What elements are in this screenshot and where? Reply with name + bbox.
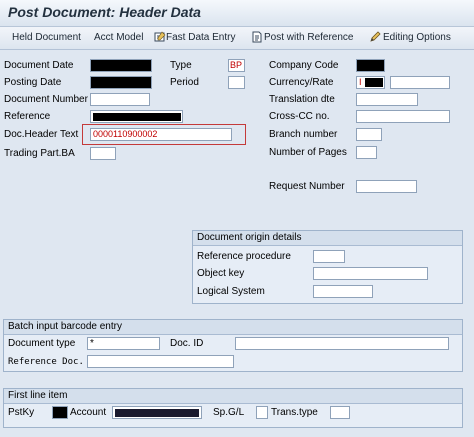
number-of-pages-label: Number of Pages — [269, 147, 347, 158]
branch-number-label: Branch number — [269, 129, 338, 140]
document-date-label: Document Date — [4, 60, 74, 71]
document-type-label: Document type — [8, 338, 76, 349]
document-icon[interactable] — [251, 31, 263, 43]
document-type-field[interactable]: * — [87, 337, 160, 350]
page-title: Post Document: Header Data — [8, 4, 201, 20]
posting-date-label: Posting Date — [4, 77, 62, 88]
trading-part-label: Trading Part.BA — [4, 148, 75, 159]
pencil-icon[interactable] — [369, 31, 381, 43]
object-key-label: Object key — [197, 268, 245, 279]
acct-model-button[interactable]: Acct Model — [94, 31, 143, 45]
account-field[interactable] — [112, 406, 202, 419]
period-label: Period — [170, 77, 199, 88]
editing-options-button[interactable]: Editing Options — [383, 31, 451, 45]
fast-data-entry-button[interactable]: Fast Data Entry — [166, 31, 235, 45]
type-field[interactable]: BP — [228, 59, 245, 72]
doc-header-text-label: Doc.Header Text — [4, 129, 79, 140]
type-label: Type — [170, 60, 192, 71]
spgl-field[interactable] — [256, 406, 268, 419]
reference-doc-label: Reference Doc. — [8, 357, 84, 367]
reference-procedure-label: Reference procedure — [197, 251, 291, 262]
exchange-rate-field[interactable] — [390, 76, 450, 89]
spgl-label: Sp.G/L — [213, 407, 245, 418]
trans-type-label: Trans.type — [271, 407, 318, 418]
doc-header-text-field[interactable]: 0000110900002 — [90, 128, 232, 141]
account-label: Account — [70, 407, 107, 418]
logical-system-field[interactable] — [313, 285, 373, 298]
request-number-label: Request Number — [269, 181, 345, 192]
request-number-field[interactable] — [356, 180, 417, 193]
reference-field[interactable] — [90, 110, 183, 123]
currency-field[interactable]: I — [356, 76, 385, 89]
reference-procedure-field[interactable] — [313, 250, 345, 263]
post-with-reference-button[interactable]: Post with Reference — [264, 31, 354, 45]
currency-value: I — [359, 77, 362, 87]
company-code-label: Company Code — [269, 60, 339, 71]
translation-date-field[interactable] — [356, 93, 418, 106]
pstky-label: PstKy — [8, 407, 35, 418]
logical-system-label: Logical System — [197, 286, 265, 297]
reference-doc-field[interactable] — [87, 355, 234, 368]
trans-type-field[interactable] — [330, 406, 350, 419]
company-code-field[interactable] — [356, 59, 385, 72]
translation-date-label: Translation dte — [269, 94, 335, 105]
trading-part-field[interactable] — [90, 147, 116, 160]
document-number-label: Document Number — [4, 94, 88, 105]
document-number-field[interactable] — [90, 93, 150, 106]
doc-id-label: Doc. ID — [170, 338, 204, 349]
fast-entry-icon[interactable] — [154, 31, 166, 43]
reference-label: Reference — [4, 111, 51, 122]
cross-cc-field[interactable] — [356, 110, 450, 123]
currency-rate-label: Currency/Rate — [269, 77, 334, 88]
batch-input-title: Batch input barcode entry — [4, 320, 462, 335]
branch-number-field[interactable] — [356, 128, 382, 141]
posting-date-field[interactable] — [90, 76, 152, 89]
pstky-field[interactable] — [52, 406, 68, 419]
period-field[interactable] — [228, 76, 245, 89]
first-line-item-title: First line item — [4, 389, 462, 404]
cross-cc-label: Cross-CC no. — [269, 111, 330, 122]
doc-id-field[interactable] — [235, 337, 449, 350]
held-document-button[interactable]: Held Document — [12, 31, 81, 45]
document-date-field[interactable] — [90, 59, 152, 72]
object-key-field[interactable] — [313, 267, 428, 280]
document-origin-title: Document origin details — [193, 231, 462, 246]
number-of-pages-field[interactable] — [356, 146, 377, 159]
